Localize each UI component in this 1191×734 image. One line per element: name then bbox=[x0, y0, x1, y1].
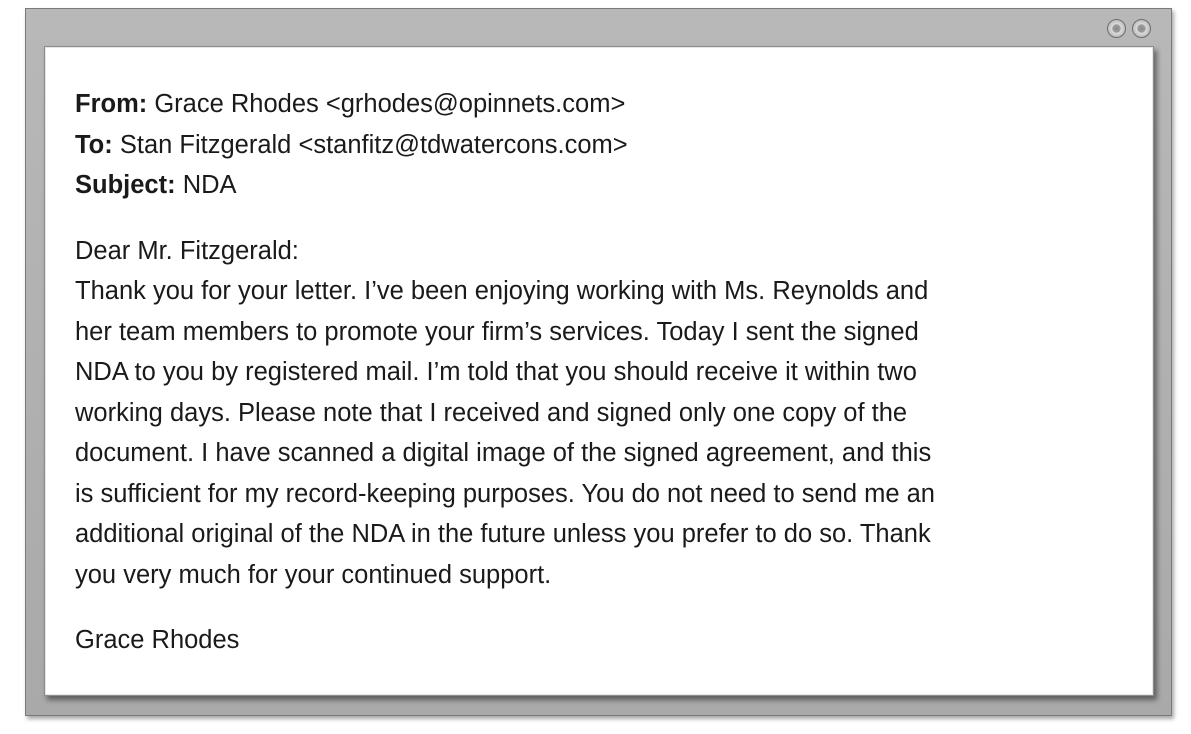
to-line: To: Stan Fitzgerald <stanfitz@tdwatercon… bbox=[75, 125, 1153, 166]
from-line: From: Grace Rhodes <grhodes@opinnets.com… bbox=[75, 84, 1153, 125]
subject-line: Subject: NDA bbox=[75, 165, 1153, 206]
window-controls bbox=[1107, 19, 1151, 38]
message-body: Thank you for your letter. I’ve been enj… bbox=[75, 271, 1105, 595]
subject-value: NDA bbox=[182, 171, 237, 199]
to-label: To: bbox=[75, 130, 113, 159]
body-line: Thank you for your letter. I’ve been enj… bbox=[75, 277, 929, 305]
body-line: is sufficient for my record-keeping purp… bbox=[75, 479, 935, 508]
body-line: her team members to promote your firm’s … bbox=[75, 317, 919, 346]
body-line: NDA to you by registered mail. I’m told … bbox=[75, 358, 917, 386]
to-value: Stan Fitzgerald <stanfitz@tdwatercons.co… bbox=[119, 130, 628, 159]
body-line: you very much for your continued support… bbox=[75, 560, 552, 589]
message-pane: From: Grace Rhodes <grhodes@opinnets.com… bbox=[44, 46, 1154, 696]
salutation: Dear Mr. Fitzgerald: bbox=[75, 236, 299, 265]
signature: Grace Rhodes bbox=[75, 626, 240, 654]
body-line: working days. Please note that I receive… bbox=[75, 398, 908, 427]
subject-label: Subject: bbox=[75, 171, 176, 199]
from-label: From: bbox=[75, 90, 148, 118]
body-line: document. I have scanned a digital image… bbox=[75, 439, 932, 467]
minimize-icon[interactable] bbox=[1107, 19, 1126, 38]
maximize-icon[interactable] bbox=[1132, 19, 1151, 38]
email-window: From: Grace Rhodes <grhodes@opinnets.com… bbox=[25, 8, 1172, 716]
body-line: additional original of the NDA in the fu… bbox=[75, 520, 931, 548]
from-value: Grace Rhodes <grhodes@opinnets.com> bbox=[154, 90, 626, 118]
